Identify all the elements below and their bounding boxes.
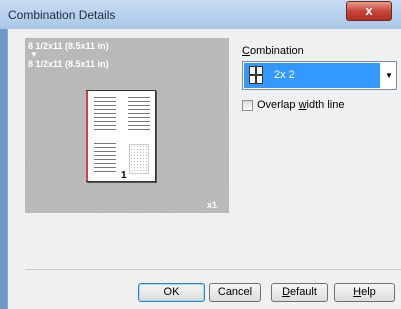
default-button[interactable]: Default: [271, 283, 328, 302]
page-cell-bottom-right: [129, 144, 149, 174]
page-thumbnail: 1: [86, 90, 156, 182]
overlap-width-line-label[interactable]: Overlap width line: [257, 99, 344, 111]
chevron-down-icon[interactable]: ▼: [385, 71, 393, 80]
close-button[interactable]: x: [346, 1, 392, 21]
dialog-client-area: 8 1/2x11 (8.5x11 in) ▼ 8 1/2x11 (8.5x11 …: [7, 29, 401, 309]
combination-label: Combination: [242, 45, 304, 57]
ok-button[interactable]: OK: [138, 283, 205, 302]
combination-value: 2x 2: [274, 69, 295, 81]
title-bar[interactable]: Combination Details x: [0, 0, 401, 29]
paper-size-output: 8 1/2x11 (8.5x11 in): [28, 59, 109, 69]
help-button[interactable]: Help: [334, 283, 395, 302]
layout-preview: 8 1/2x11 (8.5x11 in) ▼ 8 1/2x11 (8.5x11 …: [25, 38, 229, 213]
overlap-width-line-checkbox[interactable]: [242, 100, 253, 111]
arrow-down-icon: ▼: [30, 50, 38, 59]
combination-dropdown[interactable]: 2x 2 ▼: [242, 61, 397, 90]
page-number: 1: [121, 170, 127, 181]
page-cell-top-right: [128, 97, 150, 133]
paper-size-source: 8 1/2x11 (8.5x11 in): [28, 41, 109, 51]
binding-edge-marker: [86, 91, 88, 181]
button-divider: [25, 269, 401, 270]
copies-count: x1: [207, 200, 218, 210]
page-cell-top-left: [94, 97, 116, 133]
cancel-button[interactable]: Cancel: [209, 283, 261, 302]
close-icon: x: [365, 3, 373, 18]
combination-selected-item: 2x 2: [244, 63, 380, 88]
dialog-title: Combination Details: [8, 8, 116, 22]
page-cell-bottom-left: [94, 143, 116, 175]
dialog-window: Combination Details x 8 1/2x11 (8.5x11 i…: [0, 0, 401, 309]
two-by-two-layout-icon: [249, 66, 263, 84]
